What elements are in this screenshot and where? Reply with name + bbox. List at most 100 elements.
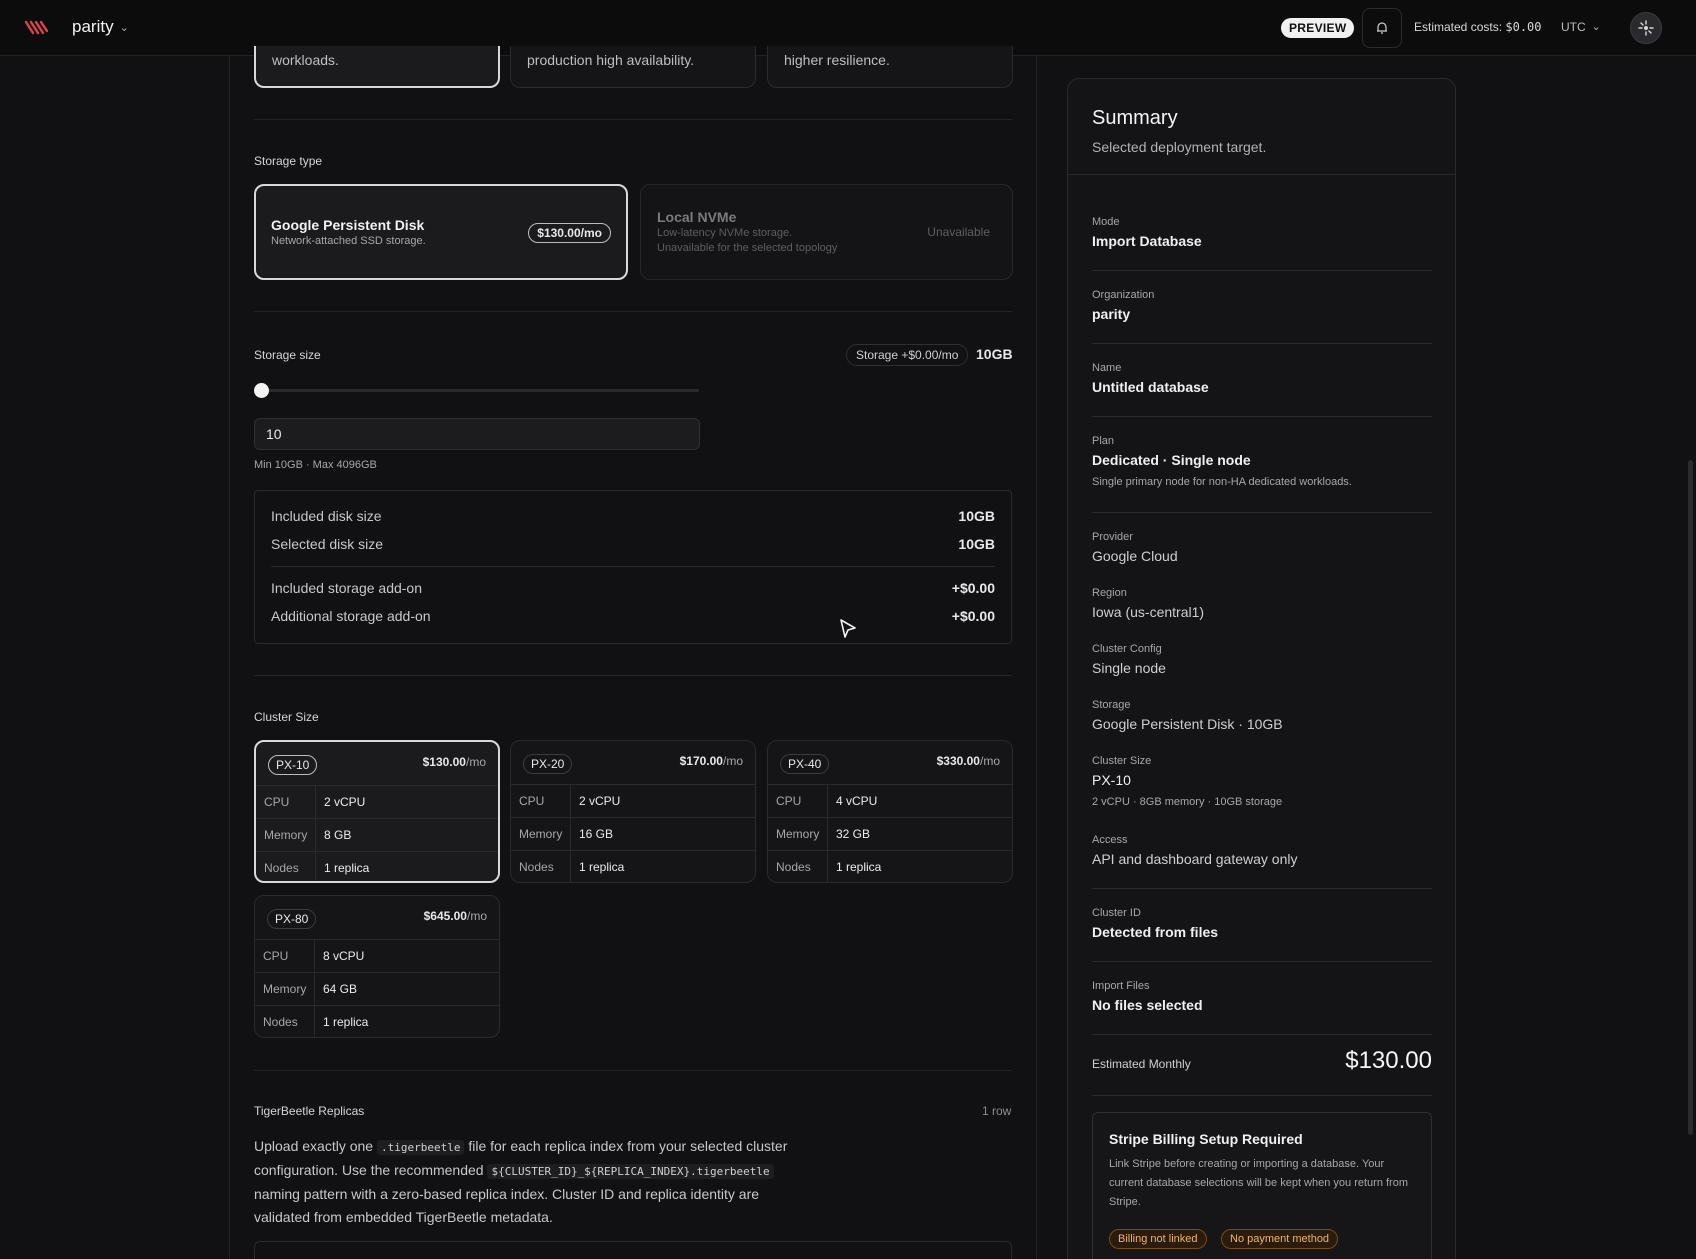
estimated-monthly-label: Estimated Monthly	[1092, 1057, 1191, 1071]
timezone-select[interactable]: UTC ⌄	[1561, 20, 1601, 34]
divider	[254, 311, 1012, 312]
replicas-count: 1 row	[982, 1104, 1012, 1118]
summary-access: Access API and dashboard gateway only	[1092, 834, 1298, 867]
divider	[1092, 888, 1432, 889]
divider	[1092, 270, 1432, 271]
avatar[interactable]	[1630, 12, 1662, 44]
logo-icon[interactable]	[24, 18, 48, 38]
summary-subtitle: Selected deployment target.	[1092, 139, 1267, 155]
cluster-price: $330.00/mo	[936, 754, 1000, 768]
breakdown-row: Additional storage add-on +$0.00	[271, 608, 995, 624]
summary-mode: Mode Import Database	[1092, 216, 1202, 249]
summary-region: Region Iowa (us-central1)	[1092, 587, 1205, 620]
summary-panel: Summary Selected deployment target. Mode…	[1067, 78, 1456, 1259]
storage-size-input[interactable]	[254, 418, 700, 450]
inline-code: ${CLUSTER_ID}_${REPLICA_INDEX}.tigerbeet…	[487, 1164, 774, 1179]
summary-provider: Provider Google Cloud	[1092, 531, 1178, 564]
divider	[1092, 512, 1432, 513]
storage-option-title: Google Persistent Disk	[271, 217, 425, 233]
stripe-notice-text: Link Stripe before creating or importing…	[1109, 1158, 1408, 1208]
cluster-size-label: Cluster Size	[254, 710, 319, 724]
cluster-option-px-40[interactable]: PX-40 $330.00/mo CPU 4 vCPU Memory 32 GB N…	[767, 740, 1013, 883]
storage-price-badge: $130.00/mo	[528, 223, 611, 243]
storage-size-hint: Min 10GB · Max 4096GB	[254, 459, 377, 471]
slider-handle[interactable]	[254, 383, 269, 398]
cluster-name-badge: PX-80	[267, 909, 317, 929]
breakdown-row: Selected disk size 10GB	[271, 536, 995, 552]
plan-card[interactable]: production high availability.	[510, 46, 756, 88]
summary-organization: Organization parity	[1092, 289, 1155, 322]
divider	[254, 1070, 1012, 1071]
cluster-spec-table: CPU 2 vCPU Memory 16 GB Nodes 1 replica	[511, 784, 755, 882]
divider	[1092, 416, 1432, 417]
divider	[254, 675, 1012, 676]
storage-type-label: Storage type	[254, 154, 323, 168]
estimated-costs-value: $0.00	[1505, 20, 1542, 34]
cluster-spec-table: CPU 2 vCPU Memory 8 GB Nodes 1 replica	[256, 785, 498, 881]
notifications-button[interactable]	[1362, 8, 1402, 48]
summary-cluster-config: Cluster Config Single node	[1092, 643, 1166, 676]
scrollbar-thumb[interactable]	[1688, 460, 1693, 1135]
cluster-option-px-80[interactable]: PX-80 $645.00/mo CPU 8 vCPU Memory 64 GB N…	[254, 895, 500, 1038]
storage-breakdown: Included disk size 10GB Selected disk si…	[254, 490, 1012, 644]
storage-size-value: 10GB	[976, 346, 1013, 362]
breakdown-row: Included storage add-on +$0.00	[271, 580, 995, 596]
inline-code: .tigerbeetle	[376, 1140, 465, 1155]
no-payment-method-badge: No payment method	[1221, 1229, 1339, 1249]
cluster-name-badge: PX-10	[268, 755, 318, 775]
summary-name: Name Untitled database	[1092, 362, 1209, 395]
cluster-price: $130.00/mo	[422, 755, 486, 769]
divider	[1092, 343, 1432, 344]
summary-cluster-size: Cluster Size PX-10 2 vCPU · 8GB memory ·…	[1092, 755, 1283, 808]
cluster-spec-table: CPU 8 vCPU Memory 64 GB Nodes 1 replica	[255, 939, 499, 1037]
chevron-down-icon: ⌄	[119, 21, 129, 34]
replica-upload-area[interactable]	[254, 1241, 1012, 1259]
divider	[254, 119, 1012, 120]
storage-option-subtitle: Unavailable for the selected topology	[657, 242, 838, 254]
summary-plan: Plan Dedicated · Single node Single prim…	[1092, 435, 1352, 488]
breakdown-row: Included disk size 10GB	[271, 508, 995, 524]
summary-storage: Storage Google Persistent Disk · 10GB	[1092, 699, 1283, 732]
summary-cluster-id: Cluster ID Detected from files	[1092, 907, 1219, 940]
storage-option-persistent-disk[interactable]: Google Persistent Disk Network-attached …	[254, 184, 628, 280]
cluster-price: $645.00/mo	[423, 909, 487, 923]
storage-size-slider[interactable]	[262, 389, 699, 392]
cluster-name-badge: PX-20	[523, 754, 573, 774]
divider	[271, 566, 995, 567]
cluster-name-badge: PX-40	[780, 754, 830, 774]
summary-import-files: Import Files No files selected	[1092, 980, 1203, 1013]
replicas-instructions: Upload exactly one .tigerbeetle file for…	[254, 1138, 788, 1225]
cluster-spec-table: CPU 4 vCPU Memory 32 GB Nodes 1 replica	[768, 784, 1012, 882]
stripe-notice-title: Stripe Billing Setup Required	[1109, 1131, 1303, 1147]
preview-badge: PREVIEW	[1281, 18, 1355, 38]
storage-option-subtitle: Network-attached SSD storage.	[271, 235, 426, 247]
replicas-title: TigerBeetle Replicas	[254, 1104, 365, 1118]
org-name: parity	[72, 17, 114, 36]
unavailable-badge: Unavailable	[927, 225, 990, 239]
estimated-costs: Estimated costs: $0.00	[1414, 20, 1542, 34]
divider	[1068, 174, 1455, 175]
storage-option-local-nvme: Local NVMe Low-latency NVMe storage. Una…	[640, 184, 1013, 280]
timezone-label: UTC	[1561, 20, 1586, 34]
plan-card[interactable]: workloads.	[254, 46, 500, 88]
cluster-option-px-10[interactable]: PX-10 $130.00/mo CPU 2 vCPU Memory 8 GB No…	[254, 740, 500, 883]
billing-not-linked-badge: Billing not linked	[1109, 1229, 1207, 1249]
avatar-icon	[1638, 20, 1654, 36]
cluster-option-px-20[interactable]: PX-20 $170.00/mo CPU 2 vCPU Memory 16 GB N…	[510, 740, 756, 883]
chevron-down-icon: ⌄	[1591, 21, 1601, 33]
storage-size-label: Storage size	[254, 348, 321, 362]
divider	[1092, 1095, 1432, 1096]
org-switcher[interactable]: parity ⌄	[72, 17, 129, 37]
storage-option-subtitle: Low-latency NVMe storage.	[657, 227, 793, 239]
storage-option-title: Local NVMe	[657, 209, 737, 225]
divider	[1092, 961, 1432, 962]
estimated-monthly-value: $130.00	[1345, 1047, 1432, 1074]
divider	[1092, 1034, 1432, 1035]
cursor-icon	[840, 619, 856, 638]
plan-card[interactable]: higher resilience.	[767, 46, 1013, 88]
summary-title: Summary	[1092, 107, 1178, 129]
cluster-price: $170.00/mo	[679, 754, 743, 768]
storage-cost-badge: Storage +$0.00/mo	[846, 344, 969, 366]
bell-icon	[1377, 22, 1387, 34]
stripe-setup-notice: Stripe Billing Setup Required Link Strip…	[1092, 1112, 1432, 1259]
